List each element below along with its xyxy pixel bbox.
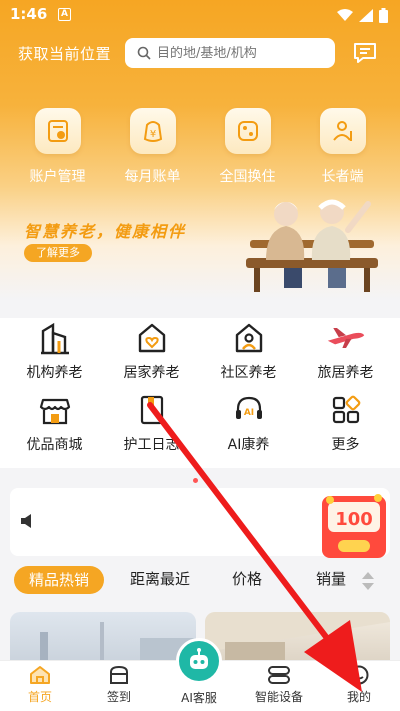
- service-diary[interactable]: 护工日志: [107, 390, 197, 454]
- services-grid: 机构养老 居家养老 社区养老 旅居养老 优品商城 护工日志 AI AI康养 更多: [0, 318, 400, 468]
- services-row-1: 机构养老 居家养老 社区养老 旅居养老: [0, 318, 400, 382]
- airplane-icon: [326, 318, 366, 358]
- ai-assistant-button[interactable]: [176, 638, 222, 684]
- quick-account-label: 账户管理: [29, 169, 86, 185]
- page-indicator-dot: [193, 478, 198, 483]
- quick-elder[interactable]: 长者端: [303, 108, 383, 186]
- service-shop-label: 优品商城: [26, 437, 83, 453]
- services-row-2: 优品商城 护工日志 AI AI康养 更多: [0, 390, 400, 454]
- filter-tabs: 精品热销 距离最近 价格 销量: [0, 566, 400, 598]
- service-home[interactable]: 居家养老: [107, 318, 197, 382]
- bill-icon: ¥: [129, 108, 176, 154]
- promo-banner[interactable]: 智慧养老，健康相伴 了解更多: [0, 199, 400, 300]
- location-button[interactable]: 获取当前位置: [18, 43, 111, 64]
- system-icons: [337, 8, 388, 23]
- swap-icon: [224, 108, 271, 154]
- speaker-icon: [21, 514, 31, 528]
- community-icon: [229, 318, 269, 358]
- tab-sales[interactable]: 销量: [316, 568, 346, 589]
- nav-device[interactable]: 智能设备: [244, 665, 314, 705]
- svg-text:AI: AI: [243, 408, 253, 418]
- quick-account[interactable]: 账户管理: [18, 108, 98, 186]
- ai-headset-icon: AI: [229, 390, 269, 430]
- service-institution-label: 机构养老: [26, 365, 83, 381]
- promo-amount: 100: [335, 509, 373, 530]
- top-bar: 获取当前位置: [0, 34, 400, 74]
- nav-checkin-label: 签到: [106, 690, 131, 704]
- nav-device-label: 智能设备: [254, 690, 303, 704]
- diary-icon: [132, 390, 172, 430]
- search-icon: [137, 46, 151, 60]
- tab-hot[interactable]: 精品热销: [14, 566, 104, 594]
- service-ai-health[interactable]: AI AI康养: [204, 390, 294, 454]
- service-home-label: 居家养老: [123, 365, 180, 381]
- more-grid-icon: [326, 390, 366, 430]
- elderly-couple-illustration: [246, 199, 378, 292]
- quick-swap[interactable]: 全国换住: [208, 108, 288, 186]
- shop-icon: [35, 390, 75, 430]
- service-community[interactable]: 社区养老: [204, 318, 294, 382]
- service-diary-label: 护工日志: [123, 437, 180, 453]
- service-institution[interactable]: 机构养老: [10, 318, 100, 382]
- signal-icon: [359, 9, 373, 22]
- message-icon[interactable]: [352, 40, 378, 66]
- learn-more-button[interactable]: 了解更多: [24, 244, 92, 262]
- search-input[interactable]: [157, 45, 317, 61]
- search-box[interactable]: [125, 38, 335, 68]
- robot-icon: [190, 648, 208, 669]
- red-envelope-promo[interactable]: 100: [320, 492, 388, 562]
- building-icon: [35, 318, 75, 358]
- service-community-label: 社区养老: [220, 365, 277, 381]
- wifi-icon: [337, 9, 353, 21]
- tab-nearest[interactable]: 距离最近: [130, 568, 190, 589]
- status-bar: 1:46 A: [0, 0, 400, 30]
- home-icon: [30, 666, 50, 684]
- nav-home[interactable]: 首页: [5, 665, 75, 705]
- checkin-icon: [110, 665, 128, 684]
- battery-icon: [379, 8, 388, 23]
- service-travel-label: 旅居养老: [317, 365, 374, 381]
- nav-ai-service-label: AI客服: [181, 691, 217, 705]
- quick-actions: 账户管理 ¥ 每月账单 全国换住 长者端: [0, 108, 400, 186]
- nav-profile[interactable]: 我的: [324, 665, 394, 705]
- device-icon: [268, 666, 290, 684]
- account-icon: [34, 108, 81, 154]
- service-more[interactable]: 更多: [301, 390, 391, 454]
- quick-bill[interactable]: ¥ 每月账单: [113, 108, 193, 186]
- tab-price[interactable]: 价格: [232, 568, 262, 589]
- home-heart-icon: [132, 318, 172, 358]
- svg-text:¥: ¥: [149, 129, 155, 140]
- nav-profile-label: 我的: [346, 690, 371, 704]
- service-travel[interactable]: 旅居养老: [301, 318, 391, 382]
- elder-icon: [319, 108, 366, 154]
- service-shop[interactable]: 优品商城: [10, 390, 100, 454]
- nav-home-label: 首页: [27, 690, 52, 704]
- nav-checkin[interactable]: 签到: [84, 665, 154, 705]
- status-time: 1:46: [10, 5, 48, 23]
- quick-bill-label: 每月账单: [124, 169, 181, 185]
- service-ai-health-label: AI康养: [227, 437, 270, 453]
- profile-icon: [349, 665, 369, 685]
- banner-slogan: 智慧养老，健康相伴: [24, 222, 187, 241]
- notification-icon: A: [58, 8, 71, 21]
- sort-icon[interactable]: [362, 572, 374, 590]
- service-more-label: 更多: [331, 437, 360, 453]
